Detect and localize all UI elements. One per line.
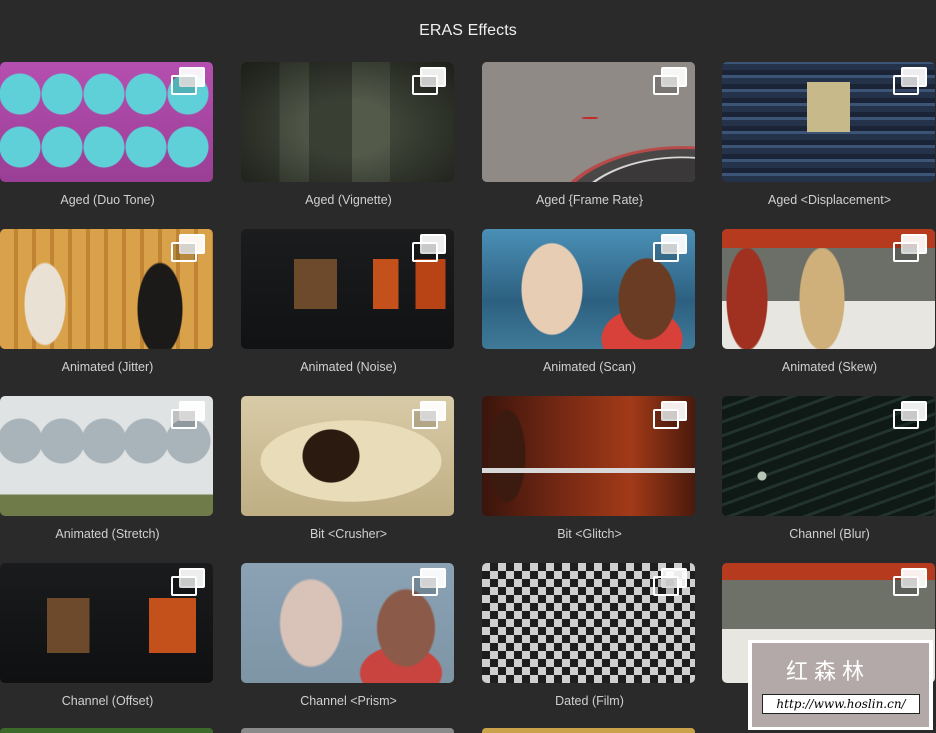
effect-thumbnail[interactable]: [0, 396, 213, 516]
effect-tile-animated-jitter[interactable]: Animated (Jitter): [0, 229, 215, 374]
effect-thumbnail-partial[interactable]: [482, 728, 695, 733]
effect-thumbnail[interactable]: [241, 229, 454, 349]
effect-thumbnail[interactable]: [0, 229, 213, 349]
overlay-preview-icon: [893, 234, 927, 262]
overlay-preview-icon: [893, 401, 927, 429]
overlay-preview-icon: [412, 568, 446, 596]
effect-label: Dated (Film): [555, 694, 624, 708]
effect-tile-aged-displacement[interactable]: Aged <Displacement>: [722, 62, 936, 207]
effect-tile-bit-glitch[interactable]: Bit <Glitch>: [482, 396, 697, 541]
effect-tile-aged-frame-rate[interactable]: Aged {Frame Rate}: [482, 62, 697, 207]
effect-thumbnail[interactable]: [482, 396, 695, 516]
effect-label: Aged <Displacement>: [768, 193, 891, 207]
effect-thumbnail[interactable]: [482, 229, 695, 349]
effect-thumbnail[interactable]: [722, 229, 935, 349]
effect-label: Animated (Jitter): [61, 360, 154, 374]
effect-label: Channel (Offset): [61, 694, 154, 708]
overlay-preview-icon: [893, 67, 927, 95]
effect-tile-channel-blur[interactable]: Channel (Blur): [722, 396, 936, 541]
watermark-chars: 红森林: [786, 660, 871, 685]
effect-thumbnail-partial[interactable]: [241, 728, 454, 733]
effect-thumbnail[interactable]: [722, 396, 935, 516]
effect-thumbnail[interactable]: [722, 62, 935, 182]
effect-thumbnail[interactable]: [0, 563, 213, 683]
effect-thumbnail[interactable]: [482, 563, 695, 683]
effect-label: Bit <Glitch>: [557, 527, 622, 541]
effect-tile-dated-film[interactable]: Dated (Film): [482, 563, 697, 708]
overlay-preview-icon: [412, 401, 446, 429]
effect-label: Aged (Vignette): [305, 193, 392, 207]
effect-tile-animated-skew[interactable]: Animated (Skew): [722, 229, 936, 374]
overlay-preview-icon: [653, 568, 687, 596]
effect-thumbnail[interactable]: [241, 563, 454, 683]
overlay-preview-icon: [653, 67, 687, 95]
overlay-preview-icon: [171, 401, 205, 429]
watermark-logo: 红森林 http://www.hoslin.cn/: [748, 640, 933, 730]
effect-label: Animated (Stretch): [55, 527, 160, 541]
effect-tile-animated-stretch[interactable]: Animated (Stretch): [0, 396, 215, 541]
effect-thumbnail[interactable]: [482, 62, 695, 182]
overlay-preview-icon: [412, 234, 446, 262]
overlay-preview-icon: [893, 568, 927, 596]
overlay-preview-icon: [653, 234, 687, 262]
overlay-preview-icon: [171, 568, 205, 596]
watermark-url: http://www.hoslin.cn/: [762, 694, 920, 714]
effect-label: Bit <Crusher>: [309, 527, 388, 541]
overlay-preview-icon: [653, 401, 687, 429]
effect-tile-channel-prism[interactable]: Channel <Prism>: [241, 563, 456, 708]
effect-tile-channel-offset[interactable]: Channel (Offset): [0, 563, 215, 708]
effect-thumbnail[interactable]: [0, 62, 213, 182]
effects-browser: ERAS Effects Aged (Duo Tone) Aged (Vigne…: [0, 0, 936, 733]
effect-tile-bit-crusher[interactable]: Bit <Crusher>: [241, 396, 456, 541]
effect-thumbnail-partial[interactable]: [0, 728, 213, 733]
effect-tile-animated-scan[interactable]: Animated (Scan): [482, 229, 697, 374]
overlay-preview-icon: [171, 67, 205, 95]
effect-thumbnail[interactable]: [241, 396, 454, 516]
effect-label: Animated (Noise): [300, 360, 397, 374]
effect-label: Aged {Frame Rate}: [535, 193, 643, 207]
effect-tile-aged-vignette[interactable]: Aged (Vignette): [241, 62, 456, 207]
page-title: ERAS Effects: [419, 22, 517, 39]
effect-label: Channel <Prism>: [300, 694, 397, 708]
effect-thumbnail[interactable]: [241, 62, 454, 182]
effect-label: Aged (Duo Tone): [60, 193, 155, 207]
effect-label: Channel (Blur): [789, 527, 870, 541]
effect-tile-animated-noise[interactable]: Animated (Noise): [241, 229, 456, 374]
overlay-preview-icon: [171, 234, 205, 262]
effect-label: Animated (Skew): [781, 360, 878, 374]
effect-label: Animated (Scan): [542, 360, 637, 374]
overlay-preview-icon: [412, 67, 446, 95]
effect-tile-aged-duo-tone[interactable]: Aged (Duo Tone): [0, 62, 215, 207]
